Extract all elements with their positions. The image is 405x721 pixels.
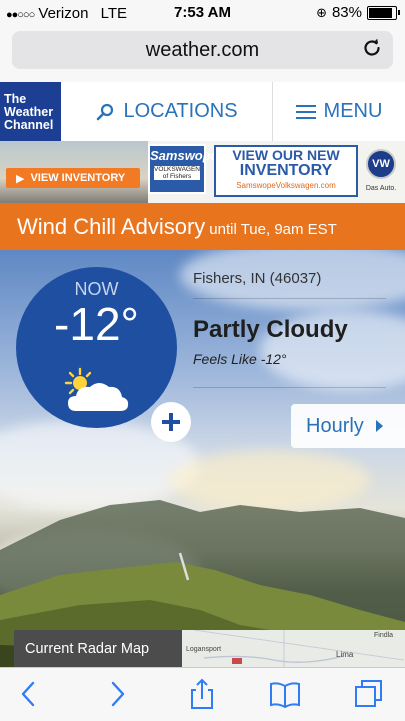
wind-chill-advisory-banner[interactable]: Wind Chill Advisory until Tue, 9am EST: [0, 203, 405, 250]
radar-map-thumbnail[interactable]: Logansport Lima Findla Current Radar Map: [14, 630, 405, 667]
bookmarks-icon[interactable]: [268, 678, 302, 710]
condition-text: Partly Cloudy: [193, 316, 348, 343]
ad-button-label: VIEW INVENTORY: [30, 172, 126, 184]
location-name: Fishers, IN (46037): [193, 270, 322, 287]
site-header: The Weather Channel LOCATIONS MENU: [0, 82, 405, 142]
advisory-detail: until Tue, 9am EST: [209, 221, 337, 238]
hourly-label: Hourly: [306, 414, 364, 437]
share-icon[interactable]: [185, 678, 219, 710]
ad-headline-line2: INVENTORY: [239, 162, 333, 179]
browser-toolbar: [0, 667, 405, 721]
advisory-text: Wind Chill Advisory until Tue, 9am EST: [17, 214, 337, 240]
forward-icon[interactable]: [100, 678, 134, 710]
hourly-button[interactable]: Hourly: [291, 404, 405, 448]
ad-banner[interactable]: ▶ VIEW INVENTORY Samswope VOLKSWAGEN of …: [0, 141, 405, 203]
divider: [193, 387, 386, 388]
vw-logo-icon: VW: [366, 149, 396, 179]
radar-map-label: Current Radar Map: [14, 630, 182, 667]
vw-tagline: Das Auto.: [365, 185, 397, 192]
map-place-label: Logansport: [186, 646, 222, 653]
menu-label: MENU: [323, 100, 383, 122]
play-arrow-icon: ▶: [16, 172, 25, 185]
dealer-logo-bottom: VOLKSWAGEN of Fishers: [154, 166, 200, 180]
divider: [193, 298, 386, 299]
weather-channel-logo[interactable]: The Weather Channel: [0, 82, 61, 141]
rotation-lock-icon: ⊕: [316, 4, 327, 20]
map-place-label: Lima: [336, 650, 354, 659]
feels-like-text: Feels Like -12°: [193, 351, 287, 367]
url-text[interactable]: weather.com: [12, 39, 393, 62]
hamburger-icon: [295, 104, 316, 119]
status-bar: ●●○○○ Verizon LTE 7:53 AM ⊕ 83%: [0, 0, 405, 26]
plus-icon: [162, 413, 180, 431]
browser-chrome: weather.com: [0, 26, 405, 82]
back-icon[interactable]: [12, 678, 46, 710]
locations-label: LOCATIONS: [123, 100, 238, 122]
battery-percent: 83%: [331, 4, 362, 21]
ad-headline-line1: VIEW OUR NEW: [232, 147, 340, 163]
menu-button[interactable]: MENU: [273, 82, 405, 141]
ad-view-inventory-button[interactable]: ▶ VIEW INVENTORY: [6, 168, 140, 188]
ad-site: SamswopeVolkswagen.com: [236, 181, 336, 190]
expand-details-button[interactable]: [151, 402, 191, 442]
battery-icon: [367, 5, 400, 20]
battery-fill: [369, 7, 393, 18]
search-icon: [97, 103, 114, 120]
battery-area: ⊕ 83%: [316, 4, 400, 21]
tabs-icon[interactable]: [352, 678, 386, 710]
locations-button[interactable]: LOCATIONS: [61, 82, 273, 141]
address-bar[interactable]: weather.com: [12, 31, 393, 69]
partly-cloudy-icon: [64, 367, 129, 411]
dealer-logo-top: Samswope: [150, 148, 218, 163]
play-arrow-icon: [375, 420, 383, 432]
dealer-logo: Samswope VOLKSWAGEN of Fishers: [148, 144, 218, 194]
logo-line-3: Channel: [4, 118, 54, 132]
ad-headline: VIEW OUR NEW INVENTORY: [216, 147, 356, 179]
current-conditions-hero: NOW -12° Fishers, IN (46037) Partly Clou…: [0, 250, 405, 667]
reload-icon[interactable]: [360, 37, 384, 61]
ad-headline-box: VIEW OUR NEW INVENTORY SamswopeVolkswage…: [214, 145, 358, 197]
current-temperature: -12°: [54, 298, 139, 350]
map-place-label: Findla: [374, 632, 394, 639]
advisory-title: Wind Chill Advisory: [17, 214, 206, 239]
current-temp-circle[interactable]: NOW -12°: [16, 267, 191, 442]
